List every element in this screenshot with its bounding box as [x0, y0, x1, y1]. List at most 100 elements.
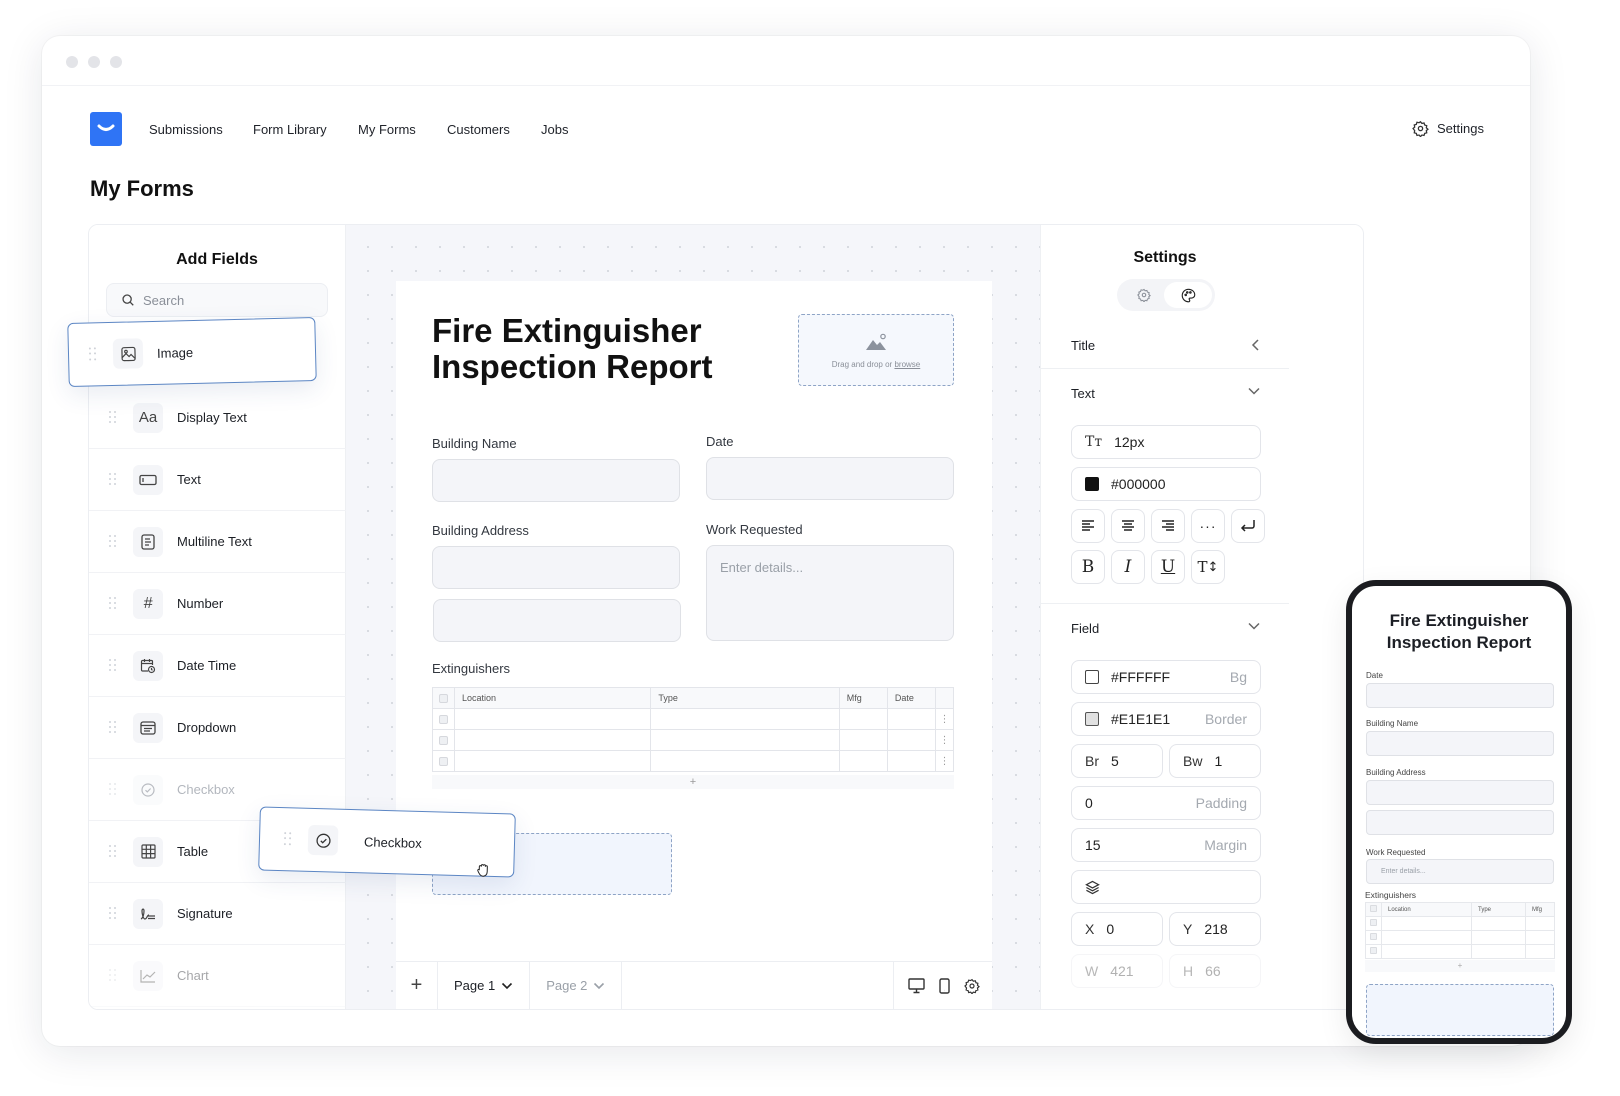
drag-handle-icon[interactable]: [109, 906, 117, 921]
drag-handle-icon[interactable]: [109, 410, 117, 425]
table-cell[interactable]: [838, 750, 888, 772]
building-address-line1-input[interactable]: [432, 546, 680, 589]
table-cell[interactable]: [838, 729, 888, 751]
width-input[interactable]: W 421: [1071, 954, 1163, 988]
y-position-input[interactable]: Y 218: [1169, 912, 1261, 946]
table-cell[interactable]: [886, 708, 936, 730]
section-title[interactable]: Title: [1041, 321, 1289, 369]
select-all-checkbox[interactable]: [439, 694, 449, 704]
row-checkbox[interactable]: [439, 715, 449, 725]
row-menu-icon[interactable]: ⋮: [934, 750, 955, 772]
building-address-line2-input[interactable]: [433, 599, 681, 642]
work-requested-input[interactable]: [707, 546, 953, 640]
row-menu-icon[interactable]: ⋮: [934, 708, 955, 730]
text-color-input[interactable]: #000000: [1071, 467, 1261, 501]
border-color-swatch[interactable]: [1085, 712, 1099, 726]
field-item-text[interactable]: Text: [89, 449, 346, 511]
table-cell[interactable]: [650, 729, 840, 751]
height-input[interactable]: H 66: [1169, 954, 1261, 988]
page-tab-2[interactable]: Page 2: [530, 962, 623, 1009]
field-item-dropdown[interactable]: Dropdown: [89, 697, 346, 759]
drag-handle-icon[interactable]: [109, 658, 117, 673]
field-bg-input[interactable]: #FFFFFF Bg: [1071, 660, 1261, 694]
browse-link[interactable]: browse: [894, 360, 920, 369]
drag-handle-icon[interactable]: [109, 472, 117, 487]
margin-input[interactable]: 15 Margin: [1071, 828, 1261, 862]
tab-general[interactable]: [1120, 282, 1168, 308]
date-input[interactable]: [706, 457, 954, 500]
settings-button[interactable]: Settings: [1412, 120, 1484, 137]
border-radius-input[interactable]: Br 5: [1071, 744, 1163, 778]
align-right-button[interactable]: [1151, 509, 1185, 543]
desktop-icon[interactable]: [908, 977, 925, 994]
work-requested-textarea[interactable]: [706, 545, 954, 641]
search-input[interactable]: [143, 292, 313, 308]
x-position-input[interactable]: X 0: [1071, 912, 1163, 946]
row-checkbox[interactable]: [439, 757, 449, 767]
nav-customers[interactable]: Customers: [447, 122, 510, 137]
padding-input[interactable]: 0 Padding: [1071, 786, 1261, 820]
row-checkbox[interactable]: [439, 736, 449, 746]
form-title[interactable]: Fire Extinguisher Inspection Report: [432, 313, 762, 385]
table-cell[interactable]: [650, 750, 840, 772]
drag-handle-icon[interactable]: [109, 782, 117, 797]
section-field[interactable]: Field: [1041, 604, 1289, 652]
color-swatch[interactable]: [1085, 477, 1099, 491]
table-cell[interactable]: [886, 750, 936, 772]
drag-handle-icon[interactable]: [283, 832, 292, 846]
font-size-input[interactable]: Tт 12px: [1071, 425, 1261, 459]
field-item-date-time[interactable]: Date Time: [89, 635, 346, 697]
add-page-button[interactable]: +: [396, 962, 438, 1009]
drag-handle-icon[interactable]: [109, 534, 117, 549]
drag-handle-icon[interactable]: [88, 347, 97, 361]
drag-handle-icon[interactable]: [109, 844, 117, 859]
drag-ghost-image[interactable]: Image: [67, 316, 317, 388]
layer-input[interactable]: [1071, 870, 1261, 904]
table-cell[interactable]: [454, 729, 652, 751]
gear-icon[interactable]: [964, 978, 980, 994]
table-cell[interactable]: [838, 708, 888, 730]
add-row-button[interactable]: +: [432, 775, 954, 789]
more-options-button[interactable]: ···: [1191, 509, 1225, 543]
field-item-display-text[interactable]: Aa Display Text: [89, 387, 346, 449]
bg-color-swatch[interactable]: [1085, 670, 1099, 684]
select-all-cell[interactable]: [431, 687, 456, 709]
drag-handle-icon[interactable]: [109, 596, 117, 611]
field-item-signature[interactable]: Signature: [89, 883, 346, 945]
table-cell[interactable]: [454, 708, 652, 730]
window-close-button[interactable]: [66, 56, 78, 68]
field-search[interactable]: [106, 283, 328, 317]
nav-jobs[interactable]: Jobs: [541, 122, 568, 137]
bold-button[interactable]: B: [1071, 550, 1105, 584]
line-height-button[interactable]: T ↕: [1191, 550, 1225, 584]
table-cell[interactable]: [650, 708, 840, 730]
border-width-input[interactable]: Bw 1: [1169, 744, 1261, 778]
italic-button[interactable]: I: [1111, 550, 1145, 584]
field-item-number[interactable]: # Number: [89, 573, 346, 635]
drag-ghost-checkbox[interactable]: Checkbox: [258, 806, 516, 878]
drag-handle-icon[interactable]: [109, 968, 117, 983]
building-name-input[interactable]: [432, 459, 680, 502]
align-left-button[interactable]: [1071, 509, 1105, 543]
page-tab-1[interactable]: Page 1: [438, 962, 531, 1009]
app-logo[interactable]: [90, 112, 122, 146]
field-item-chart[interactable]: Chart: [89, 945, 346, 1007]
mobile-icon[interactable]: [939, 977, 950, 994]
nav-my-forms[interactable]: My Forms: [358, 122, 416, 137]
tab-style[interactable]: [1164, 282, 1212, 308]
underline-button[interactable]: U: [1151, 550, 1185, 584]
align-center-button[interactable]: [1111, 509, 1145, 543]
row-menu-icon[interactable]: ⋮: [934, 729, 955, 751]
section-text[interactable]: Text: [1041, 369, 1289, 417]
window-maximize-button[interactable]: [110, 56, 122, 68]
image-dropzone[interactable]: Drag and drop or browse: [798, 314, 954, 386]
table-cell[interactable]: [886, 729, 936, 751]
nav-submissions[interactable]: Submissions: [149, 122, 223, 137]
field-border-input[interactable]: #E1E1E1 Border: [1071, 702, 1261, 736]
table-cell[interactable]: [454, 750, 652, 772]
nav-form-library[interactable]: Form Library: [253, 122, 327, 137]
text-wrap-button[interactable]: [1231, 509, 1265, 543]
field-item-multiline-text[interactable]: Multiline Text: [89, 511, 346, 573]
window-minimize-button[interactable]: [88, 56, 100, 68]
drag-handle-icon[interactable]: [109, 720, 117, 735]
